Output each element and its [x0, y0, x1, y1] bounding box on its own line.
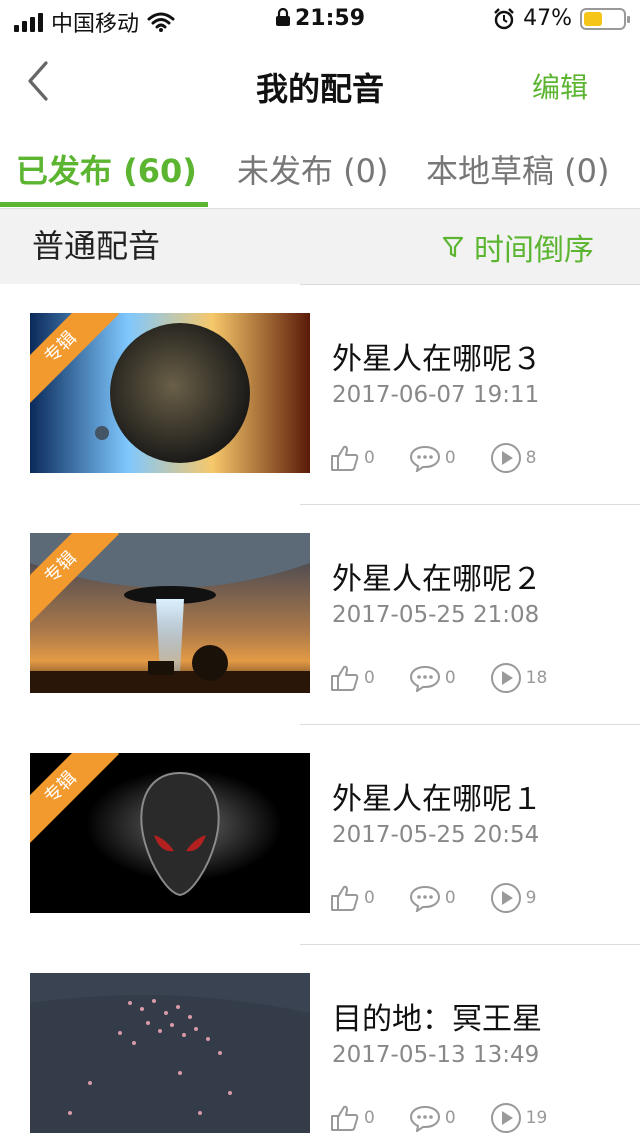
item-title: 外星人在哪呢３: [332, 342, 542, 377]
thumbnail-image: 专辑: [30, 753, 310, 913]
status-time: 21:59: [294, 6, 366, 31]
divider: [300, 504, 640, 505]
filter-icon: [442, 236, 464, 258]
comment-button[interactable]: 0: [409, 664, 456, 692]
item-title: 外星人在哪呢１: [332, 782, 542, 817]
lock-icon: [275, 7, 290, 26]
list-item[interactable]: 目的地：冥王星 2017-05-13 13:49 0 0 19: [0, 944, 640, 1136]
like-count: 0: [364, 448, 375, 468]
like-count: 0: [364, 888, 375, 908]
status-bar: 中国移动 21:59 47%: [0, 0, 640, 40]
play-icon: [490, 663, 521, 693]
thumbnail-image: 专辑: [30, 313, 310, 473]
like-button[interactable]: 0: [330, 664, 375, 692]
comment-icon: [409, 885, 440, 912]
play-count-button[interactable]: 8: [490, 442, 537, 474]
item-stats: 0 0 18: [330, 662, 581, 694]
play-count: 8: [525, 448, 537, 468]
tab-unpublished[interactable]: 未发布 (0): [237, 146, 389, 192]
tab-active-indicator: [0, 202, 208, 207]
divider: [300, 724, 640, 725]
divider: [300, 944, 640, 945]
battery-percent: 47%: [523, 6, 572, 31]
thumbnail-image: [30, 973, 310, 1133]
item-date: 2017-05-13 13:49: [332, 1042, 540, 1068]
section-title: 普通配音: [32, 227, 161, 265]
thumbs-up-icon: [331, 665, 359, 691]
play-count-button[interactable]: 19: [490, 1102, 548, 1134]
item-stats: 0 0 9: [330, 882, 570, 914]
nav-bar: 我的配音 编辑: [0, 40, 640, 128]
comment-count: 0: [444, 1108, 456, 1128]
item-title: 外星人在哪呢２: [332, 562, 542, 597]
like-button[interactable]: 0: [330, 1104, 375, 1132]
play-icon: [490, 1103, 521, 1133]
list-item[interactable]: 专辑 外星人在哪呢１ 2017-05-25 20:54 0 0 9: [0, 724, 640, 944]
thumbs-up-icon: [331, 1105, 359, 1131]
play-count: 9: [525, 888, 537, 908]
item-stats: 0 0 19: [330, 1102, 581, 1134]
play-icon: [490, 443, 521, 473]
comment-icon: [409, 1105, 440, 1132]
item-date: 2017-05-25 21:08: [332, 602, 540, 628]
tab-local-drafts[interactable]: 本地草稿 (0): [426, 146, 610, 192]
play-count: 19: [525, 1108, 548, 1128]
comment-count: 0: [444, 448, 456, 468]
list-item[interactable]: 专辑 外星人在哪呢２ 2017-05-25 21:08 0 0 18: [0, 504, 640, 724]
play-count-button[interactable]: 18: [490, 662, 548, 694]
battery-fill: [584, 11, 602, 26]
item-date: 2017-06-07 19:11: [332, 382, 540, 408]
comment-button[interactable]: 0: [409, 444, 456, 472]
like-button[interactable]: 0: [330, 884, 375, 912]
sort-label: 时间倒序: [474, 233, 594, 268]
thumbs-up-icon: [331, 445, 359, 471]
tab-bar: 已发布 (60) 未发布 (0) 本地草稿 (0): [0, 128, 640, 208]
thumbnail-image: 专辑: [30, 533, 310, 693]
comment-icon: [409, 665, 440, 692]
like-count: 0: [364, 1108, 375, 1128]
comment-count: 0: [444, 888, 456, 908]
like-count: 0: [364, 668, 375, 688]
comment-button[interactable]: 0: [409, 1104, 456, 1132]
status-right: 47%: [493, 6, 630, 31]
play-count: 18: [525, 668, 548, 688]
sort-button[interactable]: 时间倒序: [442, 225, 594, 269]
comment-icon: [409, 445, 440, 472]
play-icon: [490, 883, 521, 913]
item-title: 目的地：冥王星: [332, 1002, 542, 1037]
filter-bar: 普通配音 时间倒序: [0, 208, 640, 284]
edit-button[interactable]: 编辑: [532, 66, 588, 106]
comment-button[interactable]: 0: [409, 884, 456, 912]
list-item[interactable]: 专辑 外星人在哪呢３ 2017-06-07 19:11 0 0 8: [0, 284, 640, 504]
item-date: 2017-05-25 20:54: [332, 822, 540, 848]
divider: [300, 284, 640, 285]
alarm-icon: [494, 7, 514, 29]
comment-count: 0: [444, 668, 456, 688]
like-button[interactable]: 0: [330, 444, 375, 472]
thumbs-up-icon: [331, 885, 359, 911]
play-count-button[interactable]: 9: [490, 882, 537, 914]
item-stats: 0 0 8: [330, 442, 570, 474]
battery-icon: [580, 7, 630, 30]
tab-published[interactable]: 已发布 (60): [16, 146, 197, 192]
